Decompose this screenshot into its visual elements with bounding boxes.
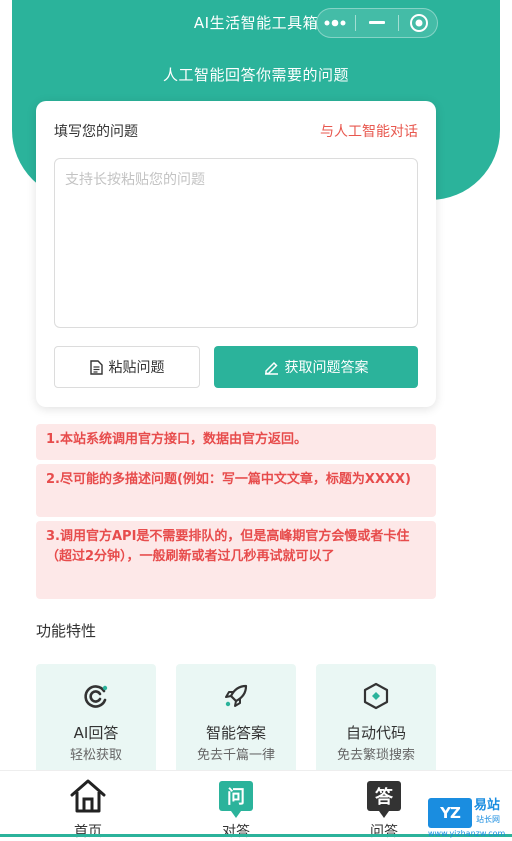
minimize-icon[interactable]	[362, 8, 392, 38]
feature-name: 自动代码	[345, 724, 406, 742]
more-dots-icon[interactable]	[320, 8, 350, 38]
question-textarea[interactable]: 支持长按粘贴您的问题	[54, 158, 418, 328]
tab-label: 问答	[370, 824, 398, 840]
document-icon	[89, 359, 103, 375]
notice-item: 3.调用官方API是不需要排队的，但是高峰期官方会慢或者卡住（超过2分钟），一般…	[36, 521, 436, 599]
ai-swirl-icon	[36, 682, 156, 710]
feature-card-smart-answer[interactable]: 智能答案 免去千篇一律	[176, 664, 296, 774]
wen-chat-icon: 问	[186, 777, 286, 818]
da-chat-icon: 答	[334, 777, 434, 818]
home-icon	[38, 777, 138, 815]
close-circle-icon[interactable]	[404, 8, 434, 38]
watermark-brand-sub: 站长网	[476, 815, 500, 824]
capsule-divider	[355, 15, 357, 31]
mini-program-capsule	[316, 8, 438, 38]
feature-desc: 免去繁琐搜索	[336, 748, 415, 763]
tab-qa[interactable]: 答 问答	[334, 777, 434, 840]
tab-home[interactable]: 首页	[38, 777, 138, 840]
feature-desc: 轻松获取	[69, 748, 122, 763]
capsule-divider	[397, 15, 399, 31]
paste-button-label: 粘贴问题	[108, 360, 165, 376]
tab-label: 对答	[222, 824, 250, 840]
site-watermark: YZ 易站 站长网 www.yizhanzw.com	[428, 798, 512, 839]
question-card: 填写您的问题 与人工智能对话 支持长按粘贴您的问题 粘贴问题 获取问题答案	[36, 101, 436, 407]
feature-name: 智能答案	[205, 724, 266, 742]
hexagon-code-icon	[316, 682, 436, 710]
feature-card-auto-code[interactable]: 自动代码 免去繁琐搜索	[316, 664, 436, 774]
tab-label: 首页	[74, 824, 102, 840]
features-title: 功能特性	[36, 622, 97, 640]
tab-dialog[interactable]: 问 对答	[186, 777, 286, 840]
notice-item: 2.尽可能的多描述问题(例如：写一篇中文文章，标题为XXXX)	[36, 464, 436, 517]
chat-with-ai-link[interactable]: 与人工智能对话	[320, 121, 418, 141]
tab-glyph: 问	[227, 787, 245, 808]
paste-question-button[interactable]: 粘贴问题	[54, 346, 200, 388]
feature-name: AI回答	[73, 724, 119, 742]
get-answer-button[interactable]: 获取问题答案	[214, 346, 418, 388]
watermark-url: www.yizhanzw.com	[428, 829, 506, 838]
get-answer-label: 获取问题答案	[284, 360, 369, 376]
tab-glyph: 答	[375, 787, 393, 808]
feature-card-ai-answer[interactable]: AI回答 轻松获取	[36, 664, 156, 774]
question-label: 填写您的问题	[54, 124, 138, 140]
feature-desc: 免去千篇一律	[196, 748, 275, 763]
edit-pen-icon	[264, 361, 278, 375]
watermark-logo: YZ	[428, 798, 472, 828]
header-subtitle: 人工智能回答你需要的问题	[162, 66, 349, 84]
watermark-brand: 易站	[474, 798, 501, 813]
notice-item: 1.本站系统调用官方接口，数据由官方返回。	[36, 424, 436, 460]
rocket-icon	[176, 682, 296, 710]
